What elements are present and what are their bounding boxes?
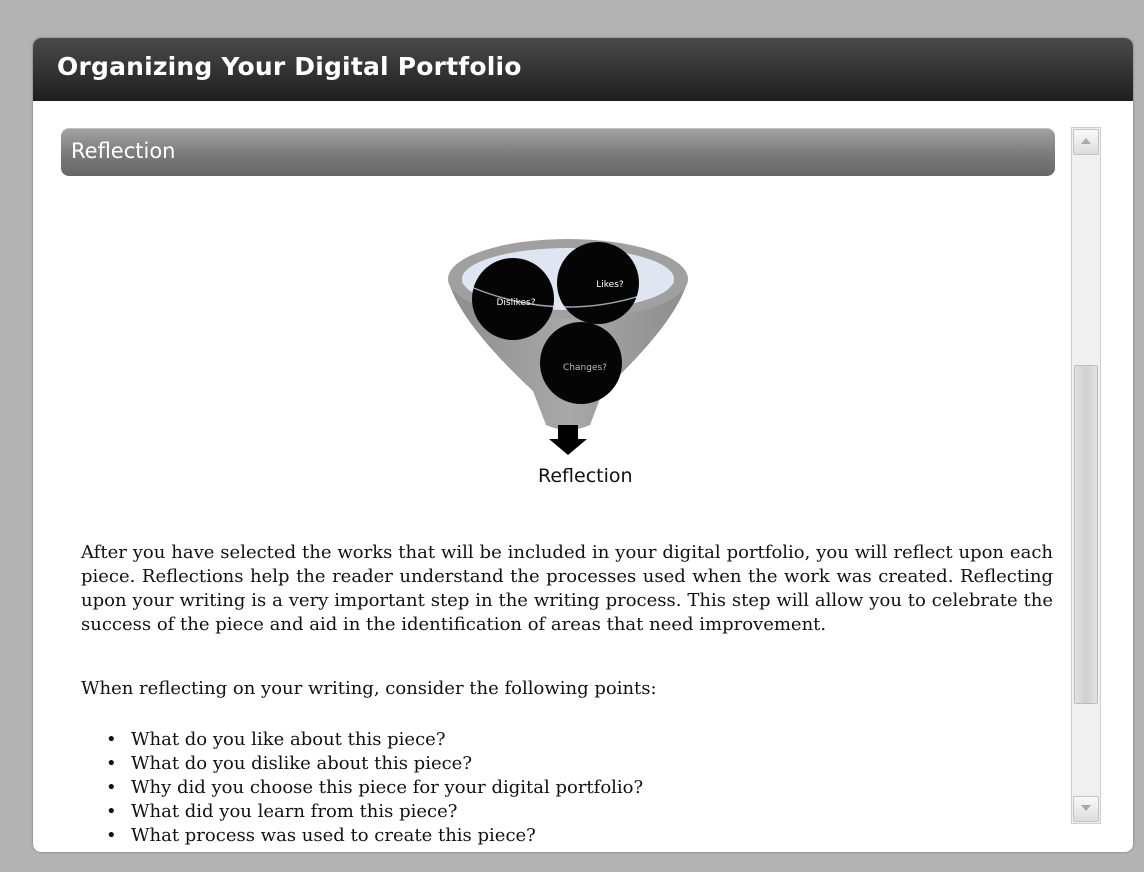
bubble-label-dislikes: Dislikes?	[496, 298, 535, 308]
portfolio-window: Organizing Your Digital Portfolio Reflec…	[33, 38, 1133, 852]
bubble-label-changes: Changes?	[563, 363, 607, 373]
scrollbar-thumb[interactable]	[1074, 365, 1098, 704]
down-arrow-icon	[549, 425, 587, 455]
reflection-funnel-diagram: Dislikes? Likes? Changes?	[448, 239, 688, 455]
section-title: Reflection	[71, 139, 176, 163]
section-header: Reflection	[61, 128, 1055, 176]
list-item: • What do you dislike about this piece?	[81, 752, 1053, 776]
title-bar: Organizing Your Digital Portfolio	[33, 38, 1133, 101]
bubble-label-likes: Likes?	[596, 280, 624, 290]
reflection-points-list: • What do you like about this piece? • Wha…	[81, 728, 1053, 848]
vertical-scrollbar[interactable]	[1071, 127, 1101, 824]
list-item-text: What do you dislike about this piece?	[131, 753, 472, 774]
bullet-icon: •	[106, 729, 117, 750]
list-item-text: What process was used to create this pie…	[131, 825, 536, 846]
bullet-icon: •	[106, 825, 117, 846]
content-area: Reflection Dislikes? Likes? Changes? Ref…	[33, 101, 1069, 852]
list-item: • What did you learn from this piece?	[81, 800, 1053, 824]
list-item: • What process was used to create this pi…	[81, 824, 1053, 848]
bullet-icon: •	[106, 801, 117, 822]
list-item: • Why did you choose this piece for your …	[81, 776, 1053, 800]
scroll-down-button[interactable]	[1073, 796, 1099, 822]
intro-paragraph: After you have selected the works that w…	[81, 542, 1053, 635]
list-item-text: Why did you choose this piece for your d…	[131, 777, 644, 798]
bullet-icon: •	[106, 753, 117, 774]
diagram-caption: Reflection	[538, 465, 633, 487]
bullet-icon: •	[106, 777, 117, 798]
points-intro: When reflecting on your writing, conside…	[81, 678, 657, 699]
list-item-text: What did you learn from this piece?	[131, 801, 458, 822]
scroll-up-button[interactable]	[1073, 129, 1099, 155]
window-title: Organizing Your Digital Portfolio	[57, 52, 522, 81]
list-item-text: What do you like about this piece?	[131, 729, 446, 750]
list-item: • What do you like about this piece?	[81, 728, 1053, 752]
arrow-down-icon	[1081, 805, 1091, 811]
arrow-up-icon	[1081, 138, 1091, 144]
